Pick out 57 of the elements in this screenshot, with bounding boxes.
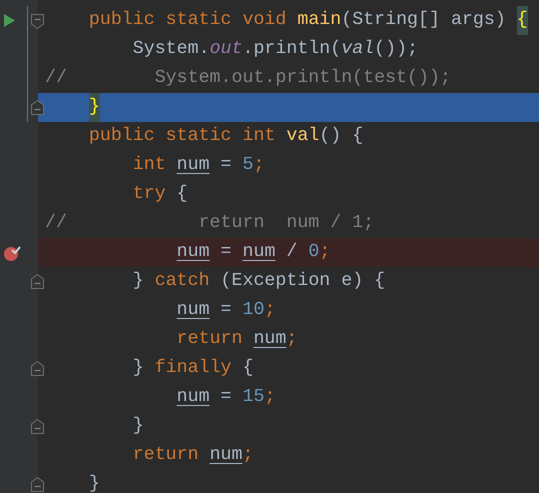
- code-token: =: [220, 299, 233, 322]
- code-token: ());: [374, 38, 418, 61]
- code-token: /: [285, 241, 298, 264]
- code-token: int: [132, 154, 167, 177]
- code-token: {: [241, 357, 254, 380]
- code-token: ;: [253, 154, 264, 177]
- code-token: }: [132, 357, 145, 380]
- code-token: num: [176, 154, 210, 177]
- run-icon[interactable]: [4, 14, 15, 27]
- code-token: 5: [242, 154, 254, 177]
- code-token: num: [242, 241, 276, 264]
- code-token: val: [286, 125, 320, 148]
- code-token: ;: [319, 241, 330, 264]
- code-token: 15: [242, 386, 264, 409]
- fold-icon[interactable]: [31, 14, 44, 29]
- code-comment: // return num / 1;: [45, 212, 374, 235]
- code-token: ;: [286, 328, 298, 351]
- code-token: 0: [308, 241, 320, 264]
- code-comment: // System.out.println(test());: [45, 67, 451, 90]
- code-token: public static void: [88, 9, 288, 32]
- code-token: num: [176, 386, 210, 409]
- code-token: 10: [242, 299, 264, 322]
- code-token: }: [88, 93, 100, 122]
- code-token: {: [516, 6, 528, 35]
- code-token: System.: [132, 38, 210, 61]
- code-token: {: [176, 183, 188, 206]
- code-token: =: [220, 241, 233, 264]
- code-token: out: [210, 38, 242, 61]
- code-token: val: [341, 38, 374, 61]
- code-token: ;: [264, 386, 276, 409]
- code-token: return: [132, 444, 200, 467]
- code-token: public static int: [88, 125, 276, 148]
- code-token: main: [297, 9, 342, 32]
- code-token: =: [220, 154, 233, 177]
- code-token: ;: [242, 444, 254, 467]
- code-token: try: [132, 183, 166, 206]
- code-token: }: [132, 415, 144, 438]
- fold-icon[interactable]: [31, 419, 44, 434]
- code-token: () {: [319, 125, 364, 148]
- fold-icon[interactable]: [31, 361, 44, 376]
- code-token: =: [220, 386, 233, 409]
- code-token: (String[] args): [341, 9, 507, 32]
- code-token: .println(: [242, 38, 342, 61]
- fold-icon[interactable]: [31, 274, 44, 289]
- code-token: (Exception e) {: [220, 270, 386, 293]
- code-token: return: [176, 328, 244, 351]
- code-token: ;: [264, 299, 276, 322]
- code-token: finally: [154, 357, 232, 380]
- code-token: }: [132, 270, 145, 293]
- code-token: num: [176, 241, 210, 264]
- code-token: num: [176, 299, 210, 322]
- code-token: }: [88, 473, 100, 493]
- code-token: num: [253, 328, 286, 351]
- breakpoint-icon[interactable]: [4, 245, 22, 261]
- fold-icon[interactable]: [31, 477, 44, 492]
- code-token: catch: [154, 270, 210, 293]
- code-token: num: [210, 444, 242, 467]
